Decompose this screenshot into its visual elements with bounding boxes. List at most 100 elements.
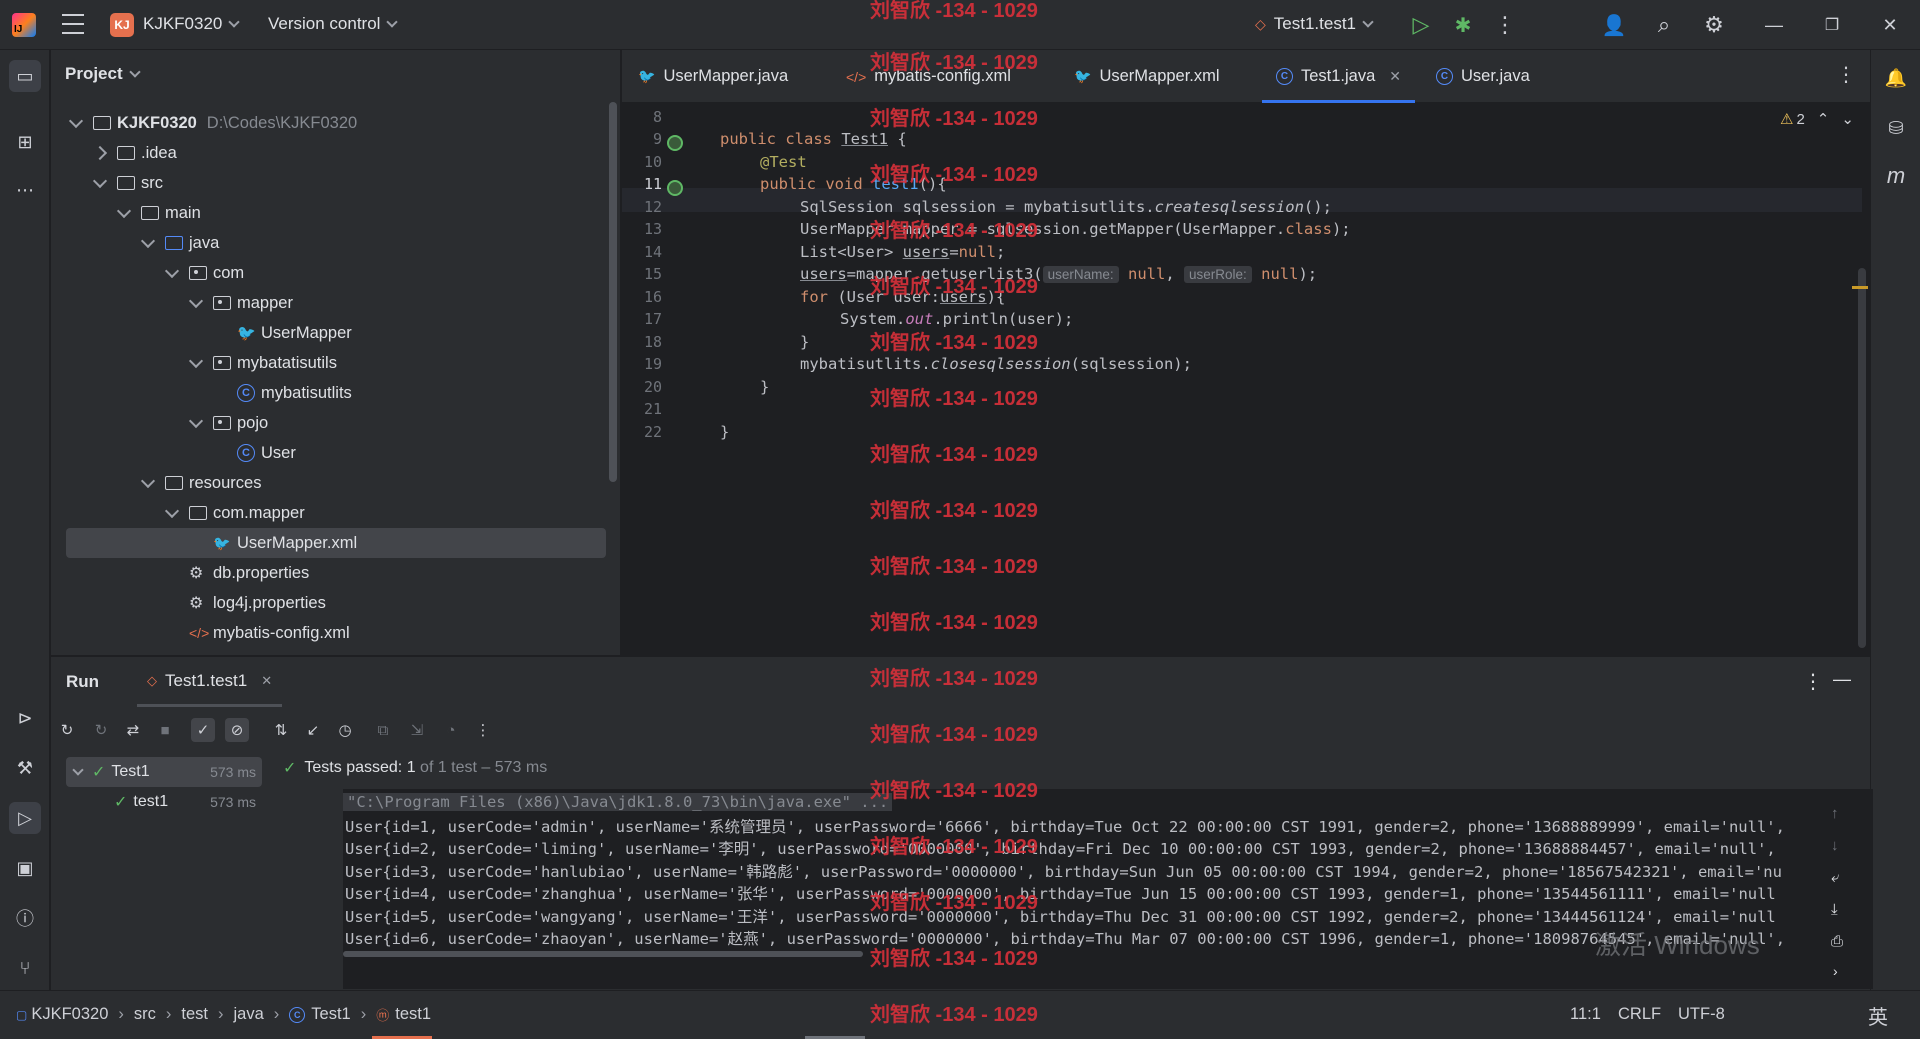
code-line-11[interactable]: public void test1(){ xyxy=(720,175,947,193)
code-line-16[interactable]: for (User user:users){ xyxy=(720,288,1005,306)
tree-item-mybatisutlits[interactable]: C mybatisutlits xyxy=(51,378,611,408)
code-line-20[interactable]: } xyxy=(720,378,769,396)
tab-test1-java[interactable]: C Test1.java ✕ xyxy=(1262,50,1416,103)
close-window-icon[interactable]: ✕ xyxy=(1876,12,1904,38)
close-tab-icon[interactable]: ✕ xyxy=(261,673,272,689)
tab-mybatis-config[interactable]: </> mybatis-config.xml xyxy=(846,50,1011,103)
show-ignored-icon[interactable]: ⊘ xyxy=(225,718,249,742)
breadcrumb-item[interactable]: java xyxy=(234,1005,264,1024)
git-tool-icon[interactable]: ⑂ xyxy=(9,952,41,984)
test-tree-item-test1-class[interactable]: ✓ Test1 573 ms xyxy=(66,757,262,787)
expand-arrow-icon[interactable] xyxy=(116,203,132,218)
expand-arrow-icon[interactable] xyxy=(188,353,204,368)
tree-item-usermapper[interactable]: 🐦 UserMapper xyxy=(51,318,611,348)
code-line-9[interactable]: public class Test1 { xyxy=(720,130,907,148)
breadcrumb-item[interactable]: Test1 xyxy=(311,1005,350,1024)
minimize-icon[interactable]: — xyxy=(1760,12,1788,38)
problems-tool-icon[interactable]: ⓘ xyxy=(9,902,41,934)
maven-icon[interactable]: m xyxy=(1880,160,1912,192)
more-toolbar-icon[interactable]: ⋮ xyxy=(471,718,495,742)
expand-arrow-icon[interactable] xyxy=(140,473,156,488)
structure-tool-icon[interactable]: ⊞ xyxy=(9,126,41,158)
coverage-icon[interactable]: ◔ xyxy=(439,718,463,742)
code-line-14[interactable]: List<User> users=null; xyxy=(720,243,1005,261)
expand-arrow-icon[interactable] xyxy=(188,293,204,308)
prev-highlight-icon[interactable]: ⌃ xyxy=(1817,110,1830,128)
code-line-22[interactable]: } xyxy=(720,423,729,441)
code-line-19[interactable]: mybatisutlits.closesqlsession(sqlsession… xyxy=(720,355,1192,373)
database-icon[interactable]: ⛁ xyxy=(1880,112,1912,144)
next-highlight-icon[interactable]: ⌄ xyxy=(1841,110,1854,128)
import-icon[interactable]: ⇲ xyxy=(405,718,429,742)
show-passed-icon[interactable]: ✓ xyxy=(191,718,215,742)
collapse-arrow-icon[interactable] xyxy=(92,145,108,161)
sort-icon[interactable]: ⇅ xyxy=(269,718,293,742)
code-line-12[interactable]: SqlSession sqlsession = mybatisutlits.cr… xyxy=(720,198,1332,216)
settings-gear-icon[interactable]: ⚙ xyxy=(1700,12,1728,38)
restore-icon[interactable]: ❐ xyxy=(1818,12,1846,38)
run-tab-test1[interactable]: ◇ Test1.test1 ✕ xyxy=(137,657,283,707)
tab-actions-icon[interactable]: ⋮ xyxy=(1836,62,1856,87)
more-tools-icon[interactable]: ⋯ xyxy=(9,174,41,206)
expand-more-icon[interactable]: › xyxy=(1833,963,1838,979)
project-panel-header[interactable]: Project xyxy=(65,64,141,84)
tree-item-resources[interactable]: resources xyxy=(51,468,611,498)
run-test-gutter-icon[interactable] xyxy=(667,135,683,151)
tree-item-idea[interactable]: .idea xyxy=(51,138,611,168)
soft-wrap-icon[interactable]: ⤶ xyxy=(1831,869,1839,886)
console-h-scrollbar[interactable] xyxy=(343,951,863,957)
collapse-all-icon[interactable]: ↙ xyxy=(301,718,325,742)
tree-item-java[interactable]: java xyxy=(51,228,611,258)
rerun-failed-icon[interactable]: ↻ xyxy=(89,718,113,742)
expand-arrow-icon[interactable] xyxy=(92,173,108,188)
hide-panel-icon[interactable]: — xyxy=(1833,669,1851,690)
tree-item-com-mapper[interactable]: com.mapper xyxy=(51,498,611,528)
scroll-to-end-icon[interactable]: ⤓ xyxy=(1831,901,1838,918)
code-line-18[interactable]: } xyxy=(720,333,809,351)
code-line-10[interactable]: @Test xyxy=(720,153,807,171)
tree-item-mybatis-config[interactable]: </> mybatis-config.xml xyxy=(51,618,611,648)
breadcrumb-item[interactable]: KJKF0320 xyxy=(31,1005,108,1024)
search-icon[interactable]: ⌕ xyxy=(1650,12,1678,38)
tab-usermapper-java[interactable]: 🐦 UserMapper.java xyxy=(638,50,788,103)
print-icon[interactable]: ⎙ xyxy=(1831,933,1843,950)
debug-icon[interactable]: ✱ xyxy=(1450,12,1476,38)
code-line-13[interactable]: UserMapper mapper = sqlsession.getMapper… xyxy=(720,220,1351,238)
run-icon[interactable]: ▷ xyxy=(1408,12,1434,38)
scroll-down-icon[interactable]: ↓ xyxy=(1831,837,1839,854)
expand-arrow-icon[interactable] xyxy=(188,413,204,428)
file-encoding[interactable]: UTF-8 xyxy=(1678,1005,1725,1024)
toggle-auto-test-icon[interactable]: ⇄ xyxy=(121,718,145,742)
editor-scrollbar[interactable] xyxy=(1858,268,1866,648)
add-user-icon[interactable]: 👤 xyxy=(1600,12,1628,38)
scroll-up-icon[interactable]: ↑ xyxy=(1831,805,1839,822)
line-separator[interactable]: CRLF xyxy=(1618,1005,1661,1024)
warning-stripe-marker[interactable] xyxy=(1852,286,1868,289)
run-config-selector[interactable]: ◇ Test1.test1 xyxy=(1255,14,1374,34)
notifications-bell-icon[interactable]: 🔔 xyxy=(1880,62,1912,94)
ime-indicator[interactable]: 英 xyxy=(1868,1001,1888,1030)
stop-icon[interactable]: ■ xyxy=(153,718,177,742)
version-control-menu[interactable]: Version control xyxy=(268,14,399,34)
close-tab-icon[interactable]: ✕ xyxy=(1389,68,1401,85)
test-tree-item-test1-method[interactable]: ✓ test1 573 ms xyxy=(66,787,262,817)
terminal-tool-icon[interactable]: ▣ xyxy=(9,852,41,884)
tree-item-main[interactable]: main xyxy=(51,198,611,228)
code-line-15[interactable]: users=mapper.getuserlist3(userName: null… xyxy=(720,265,1317,283)
tab-usermapper-xml[interactable]: 🐦 UserMapper.xml xyxy=(1074,50,1220,103)
tree-item-com[interactable]: com xyxy=(51,258,611,288)
services-tool-icon[interactable]: ⊳ xyxy=(9,702,41,734)
run-test-gutter-icon[interactable] xyxy=(667,180,683,196)
tree-item-src[interactable]: src xyxy=(51,168,611,198)
tree-item-log4j[interactable]: ⚙ log4j.properties xyxy=(51,588,611,618)
expand-arrow-icon[interactable] xyxy=(164,503,180,518)
export-icon[interactable]: ⧉ xyxy=(371,718,395,742)
expand-arrow-icon[interactable] xyxy=(164,263,180,278)
expand-arrow-icon[interactable] xyxy=(68,113,84,128)
main-menu-icon[interactable] xyxy=(62,14,84,34)
expand-arrow-icon[interactable] xyxy=(72,763,84,776)
project-scrollbar[interactable] xyxy=(609,102,617,482)
run-tool-icon[interactable]: ▷ xyxy=(9,802,41,834)
project-switcher[interactable]: KJKF0320 xyxy=(143,14,241,34)
breadcrumb-item[interactable]: test1 xyxy=(395,1005,431,1024)
